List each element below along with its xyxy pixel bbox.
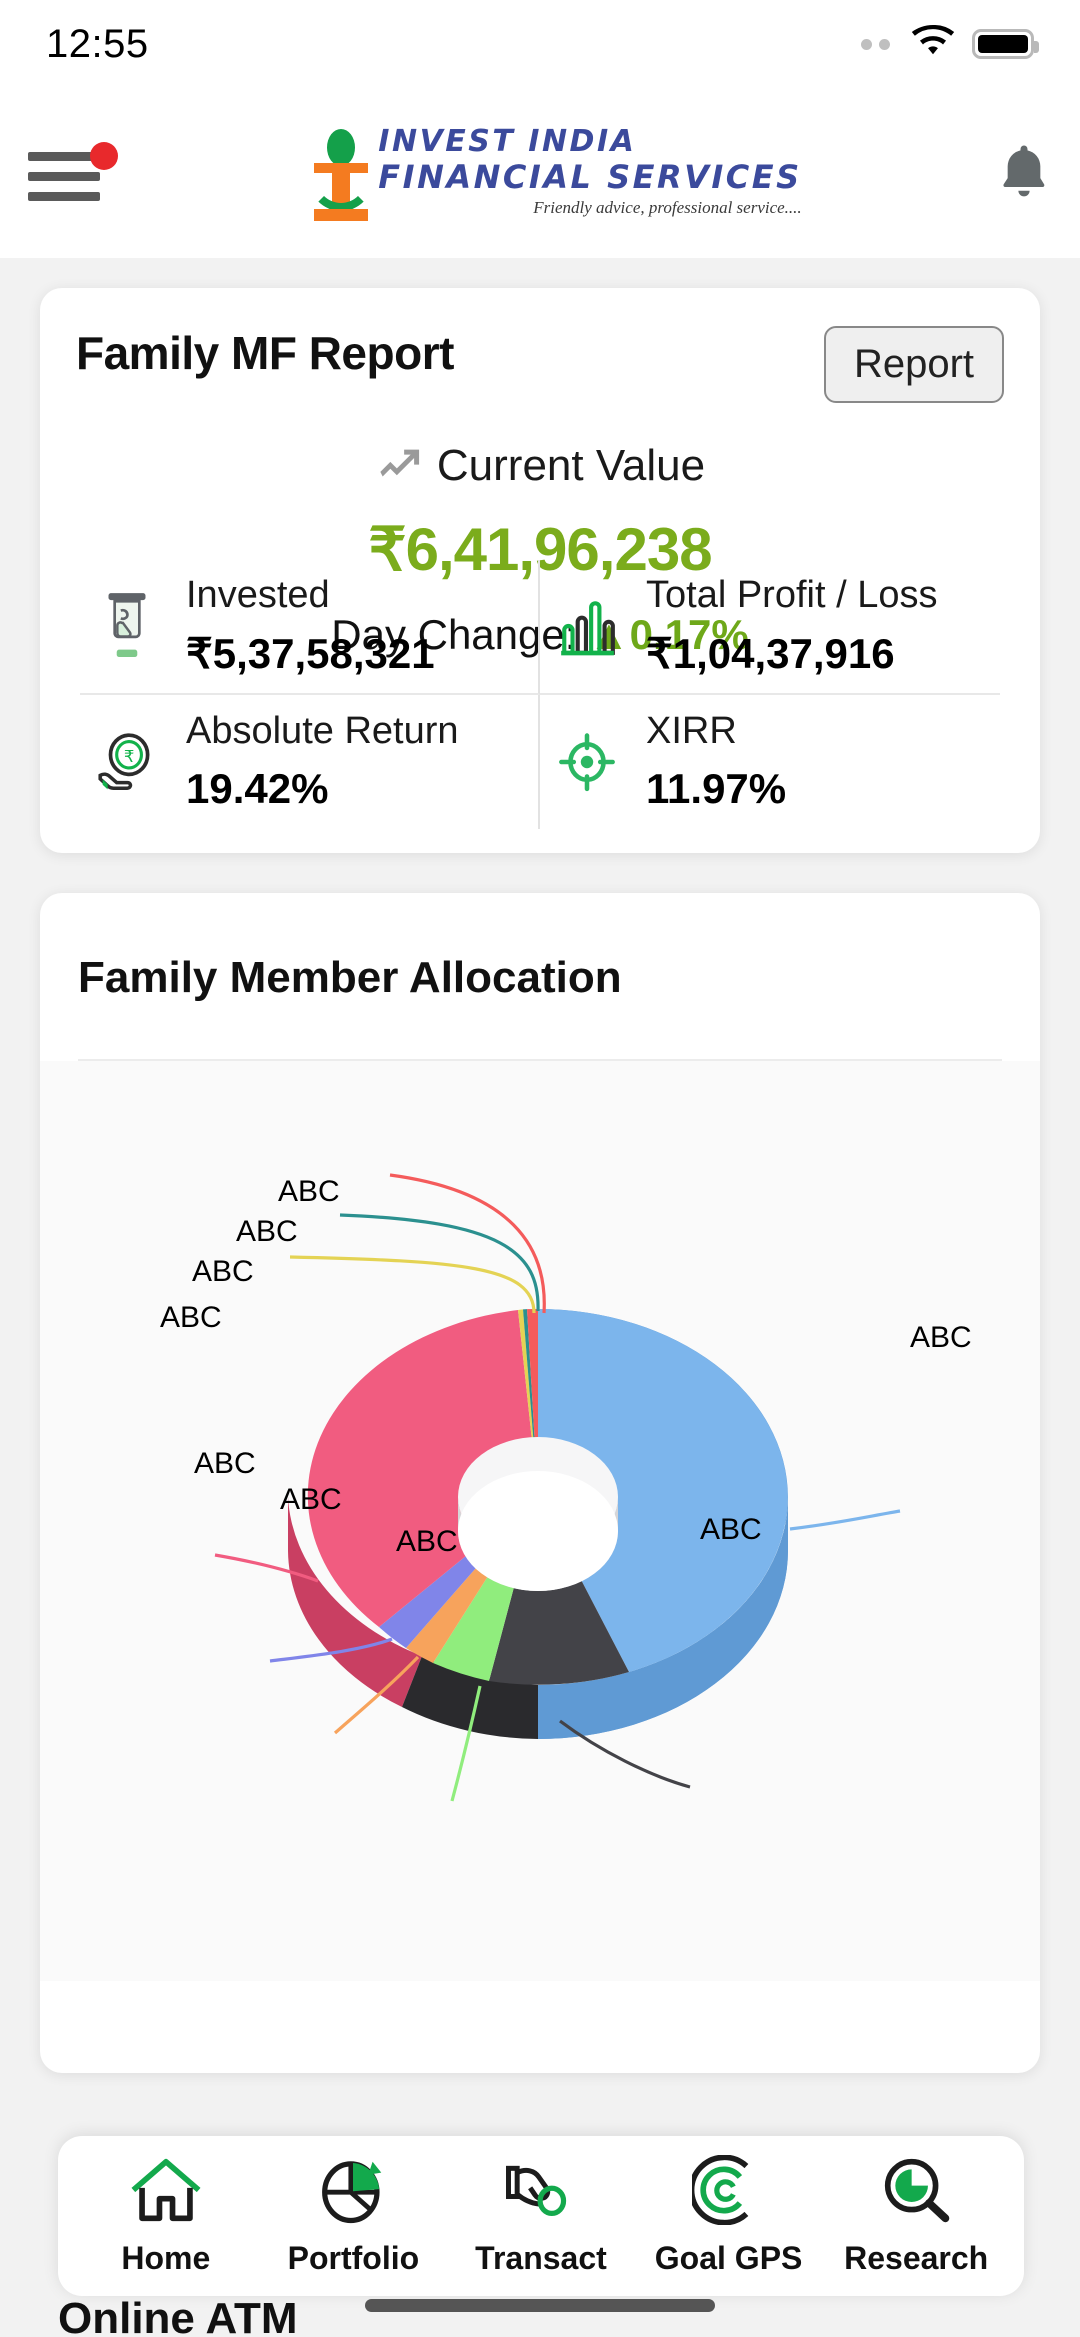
app-header: INVEST INDIA FINANCIAL SERVICES Friendly…	[0, 88, 1080, 258]
pie-chart-svg	[214, 1173, 901, 1802]
report-button[interactable]: Report	[823, 326, 1004, 403]
stat-label: Total Profit / Loss	[646, 574, 938, 617]
nav-item-portfolio[interactable]: Portfolio	[263, 2155, 443, 2277]
stat-label: Invested	[186, 574, 330, 617]
nav-label: Transact	[475, 2240, 607, 2276]
nav-label: Goal GPS	[654, 2240, 803, 2276]
status-time: 12:55	[46, 21, 149, 66]
home-indicator[interactable]	[365, 2299, 715, 2312]
bottom-navigation: Home Portfolio Transact Goal GPS Researc…	[58, 2136, 1024, 2296]
logo-mark-icon	[309, 129, 374, 221]
stat-label: Absolute Return	[186, 710, 459, 753]
card-header: Family MF Report Report	[40, 288, 1040, 403]
nav-label: Research	[844, 2240, 989, 2276]
nav-item-home[interactable]: Home	[76, 2155, 256, 2277]
stat-value: 19.42%	[186, 765, 329, 813]
app-screen: 12:55 INVEST INDIA FINANCIAL SERVICES Fr…	[0, 0, 1080, 2337]
hand-money-icon	[90, 589, 164, 663]
nav-item-transact[interactable]: Transact	[451, 2155, 631, 2277]
stat-value: 11.97%	[646, 765, 787, 813]
nav-label: Home	[121, 2240, 211, 2276]
home-icon	[129, 2155, 203, 2230]
nav-item-research[interactable]: Research	[826, 2155, 1006, 2277]
online-atm-title: Online ATM	[58, 2294, 298, 2337]
current-value-label: Current Value	[436, 441, 706, 490]
pie-chart-icon	[316, 2155, 390, 2230]
pie-label: ABC	[278, 1175, 340, 1208]
notification-dot	[90, 142, 118, 170]
stat-xirr: XIRR 11.97%	[540, 695, 1000, 830]
rupee-coin-hand-icon: ₹	[90, 731, 164, 793]
pie-label: ABC	[160, 1301, 222, 1334]
nav-item-goal-gps[interactable]: Goal GPS	[639, 2154, 819, 2277]
current-value-row: Current Value	[40, 441, 1040, 491]
stat-label: XIRR	[646, 710, 737, 753]
stat-invested: Invested ₹5,37,58,321	[80, 560, 540, 695]
pie-label: ABC	[194, 1447, 256, 1480]
family-mf-report-card: Family MF Report Report Current Value ₹6…	[40, 288, 1040, 853]
stat-absolute-return: ₹ Absolute Return 19.42%	[80, 694, 540, 829]
pie-label: ABC	[192, 1255, 254, 1288]
svg-text:₹: ₹	[124, 747, 135, 766]
signal-dots-icon	[861, 38, 890, 50]
donut-hole	[458, 1437, 618, 1591]
status-bar: 12:55	[0, 0, 1080, 88]
allocation-title: Family Member Allocation	[78, 953, 622, 1002]
stat-total-profit-loss: Total Profit / Loss ₹1,04,37,916	[540, 560, 1000, 695]
pie-label: ABC	[910, 1321, 972, 1354]
battery-full-icon	[972, 29, 1039, 59]
status-indicators	[861, 24, 1039, 64]
trending-up-icon	[375, 447, 421, 486]
logo-line1: INVEST INDIA	[378, 124, 637, 159]
pie-label: ABC	[396, 1525, 458, 1558]
notification-bell-icon[interactable]	[988, 142, 1052, 204]
bar-chart-icon	[550, 595, 624, 657]
hand-coin-icon	[502, 2155, 580, 2230]
wifi-icon	[910, 24, 956, 64]
stat-value: ₹5,37,58,321	[186, 630, 435, 678]
radar-icon	[688, 2154, 766, 2230]
pie-label: ABC	[280, 1483, 342, 1516]
nav-label: Portfolio	[287, 2240, 420, 2276]
family-member-allocation-card: Family Member Allocation ABC ABC ABC ABC…	[40, 893, 1040, 2073]
logo-line2: FINANCIAL SERVICES	[378, 158, 802, 196]
hamburger-menu-icon[interactable]	[28, 138, 124, 208]
stat-value: ₹1,04,37,916	[646, 630, 895, 678]
allocation-pie-chart[interactable]: ABC ABC ABC ABC ABC ABC ABC ABC ABC	[40, 1061, 1040, 1981]
target-crosshair-icon	[550, 731, 624, 793]
search-chart-icon	[879, 2155, 953, 2230]
pie-label: ABC	[236, 1215, 298, 1248]
page-title: Family MF Report	[76, 327, 454, 379]
logo-tagline: Friendly advice, professional service...…	[533, 198, 802, 217]
pie-label: ABC	[700, 1513, 762, 1546]
stats-grid: Invested ₹5,37,58,321 Total Profit / Los…	[80, 560, 1000, 829]
app-logo: INVEST INDIA FINANCIAL SERVICES Friendly…	[124, 125, 988, 221]
